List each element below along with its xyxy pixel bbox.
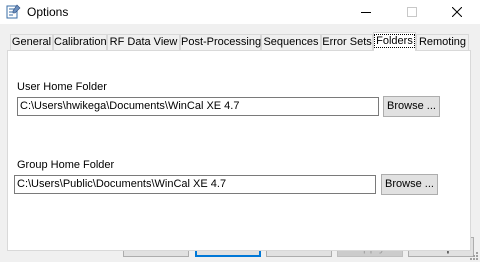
tab-rf-data-view[interactable]: RF Data View <box>107 34 180 50</box>
tab-post-processing[interactable]: Post-Processing <box>180 34 261 50</box>
group-home-folder-label: Group Home Folder <box>17 159 115 171</box>
tab-sequences[interactable]: Sequences <box>261 34 321 50</box>
window-title: Options <box>27 5 69 19</box>
user-home-folder-input[interactable]: C:\Users\hwikega\Documents\WinCal XE 4.7 <box>17 97 379 116</box>
maximize-icon <box>407 7 417 17</box>
options-app-icon <box>6 4 21 19</box>
minimize-button[interactable] <box>343 0 389 24</box>
close-button[interactable] <box>434 0 480 24</box>
tab-remoting[interactable]: Remoting <box>416 34 469 50</box>
user-home-folder-label: User Home Folder <box>17 81 107 93</box>
group-home-browse-button[interactable]: Browse ... <box>381 174 438 195</box>
tab-label: Sequences <box>263 36 319 48</box>
tab-label: Error Sets <box>322 36 372 48</box>
maximize-button[interactable] <box>389 0 435 24</box>
group-home-folder-input[interactable]: C:\Users\Public\Documents\WinCal XE 4.7 <box>14 175 376 194</box>
tab-general[interactable]: General <box>10 34 53 50</box>
tab-label: RF Data View <box>109 36 178 48</box>
tab-label: Folders <box>374 34 415 48</box>
folders-panel: User Home Folder C:\Users\hwikega\Docume… <box>7 50 471 251</box>
tab-label: Remoting <box>418 36 467 48</box>
tab-label: Post-Processing <box>181 36 262 48</box>
tab-label: General <box>11 36 52 48</box>
tab-error-sets[interactable]: Error Sets <box>321 34 373 50</box>
minimize-icon <box>361 12 371 13</box>
tab-label: Calibration <box>54 36 107 48</box>
dialog-client-area: General Calibration RF Data View Post-Pr… <box>0 24 480 262</box>
tab-folders[interactable]: Folders <box>373 32 416 51</box>
tab-calibration[interactable]: Calibration <box>53 34 107 50</box>
user-home-browse-button[interactable]: Browse ... <box>383 96 440 117</box>
title-bar: Options <box>0 0 480 24</box>
close-icon <box>452 7 462 17</box>
